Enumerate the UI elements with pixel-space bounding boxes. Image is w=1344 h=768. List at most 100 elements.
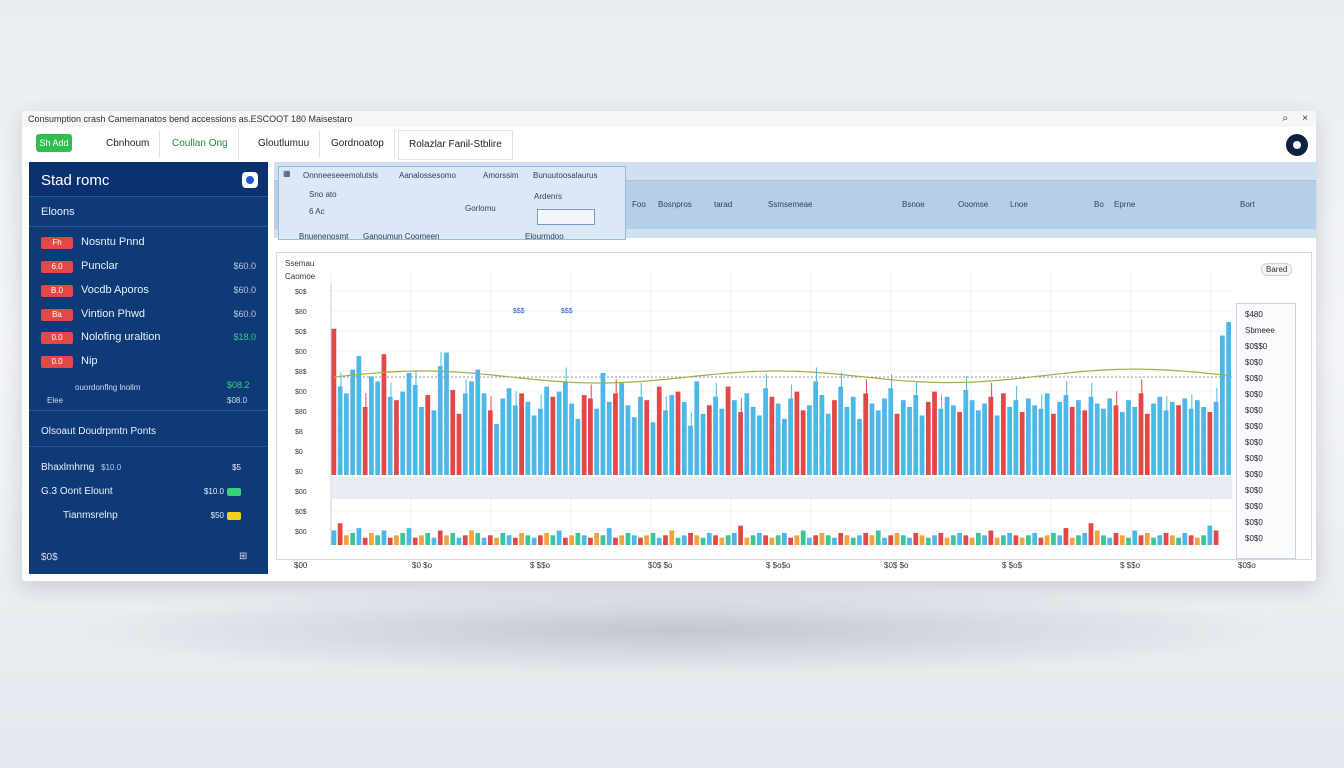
volume-bar: [863, 532, 869, 545]
column-header[interactable]: Eprne: [1114, 200, 1135, 209]
price-bar: [1176, 405, 1181, 475]
logo-icon[interactable]: [242, 172, 258, 188]
column-header[interactable]: Bsnoe: [902, 200, 925, 209]
volume-bar: [963, 535, 969, 545]
volume-bar: [431, 537, 437, 545]
volume-bar: [1176, 537, 1181, 545]
x-tick-label: $0 $o: [412, 561, 433, 570]
summary-row-1[interactable]: Bhaxlmhrng $10.0 $5: [41, 462, 251, 476]
divider: [29, 226, 268, 227]
volume-bar: [1019, 537, 1025, 545]
candlestick-chart[interactable]: $0$$80$0$$00$8$$00$80$8$0$0$00$0$$00$$$ $…: [277, 253, 1311, 559]
sparkline-button[interactable]: [537, 209, 595, 225]
window-shadow: [60, 585, 1290, 675]
volume-bar: [356, 528, 362, 545]
brand-button[interactable]: Sh Add: [36, 134, 72, 152]
price-bar: [969, 400, 975, 475]
tab-3[interactable]: Gloutlumuu: [248, 130, 321, 158]
volume-bar: [694, 535, 700, 545]
price-scale-value: $0$0: [1245, 374, 1263, 383]
volume-bar: [1213, 530, 1219, 545]
column-header[interactable]: Ooomse: [958, 200, 988, 209]
price-scale-value: $0$0: [1245, 470, 1263, 479]
price-bar: [1207, 412, 1213, 475]
price-bar: [888, 388, 894, 475]
price-bar: [350, 369, 356, 475]
price-bar: [462, 393, 468, 475]
volume-bar: [1038, 537, 1044, 545]
price-bar: [1094, 403, 1100, 475]
price-bar: [807, 405, 812, 475]
grid-icon[interactable]: ⊞: [239, 551, 247, 562]
volume-bar: [369, 532, 374, 545]
volume-bar: [563, 537, 568, 545]
volume-bar: [744, 537, 750, 545]
volume-bar: [950, 535, 956, 545]
volume-bar: [794, 535, 800, 545]
legend-tag[interactable]: $$$: [561, 308, 573, 315]
volume-bar: [462, 535, 468, 545]
price-bar: [713, 396, 718, 475]
divider: [29, 446, 268, 447]
price-bar: [656, 386, 662, 475]
volume-bar: [1113, 532, 1119, 545]
price-bar: [331, 328, 337, 475]
volume-bar: [1026, 535, 1031, 545]
summary-row-3[interactable]: Tianmsrelnp $50: [63, 510, 251, 524]
y-tick-label: $0$: [295, 329, 307, 336]
item-value: $60.0: [233, 285, 256, 295]
summary-row-2[interactable]: G.3 Oont Elount $10.0: [41, 486, 251, 500]
column-header[interactable]: Bort: [1240, 200, 1255, 209]
price-bar: [738, 412, 743, 475]
volume-bar: [756, 532, 762, 545]
price-bar: [512, 405, 518, 475]
sidebar-item-6[interactable]: 0.0 Nip: [41, 354, 256, 370]
column-header[interactable]: Foo: [632, 200, 646, 209]
sidebar-item-3[interactable]: B.0 Vocdb Aporos $60.0: [41, 283, 256, 299]
price-bar: [1163, 410, 1169, 475]
close-icon[interactable]: ×: [1302, 111, 1308, 127]
volume-bar: [944, 537, 950, 545]
volume-bar: [588, 537, 593, 545]
tab-5[interactable]: Rolazlar Fanil-Stblire: [398, 130, 513, 160]
price-bar: [1213, 401, 1219, 475]
volume-bar: [600, 535, 606, 545]
item-label: Nosntu Pnnd: [81, 236, 145, 248]
y-tick-label: $8$: [295, 369, 307, 376]
price-bar: [406, 372, 412, 475]
y-tick-label: $0: [295, 449, 303, 456]
price-bar: [1126, 400, 1131, 475]
sidebar-item-5[interactable]: 0.0 Nolofing uraltion $18.0: [41, 330, 256, 346]
footer-left: $0$: [41, 552, 58, 563]
section-title: Olsoaut Doudrpmtn Ponts: [41, 426, 157, 437]
price-bar: [832, 400, 837, 475]
avatar[interactable]: [1286, 134, 1308, 156]
tab-4[interactable]: Gordnoatop: [321, 130, 395, 158]
row-label: Bhaxlmhrng: [41, 462, 95, 473]
price-bar: [337, 386, 343, 475]
search-icon[interactable]: ⌕: [1282, 111, 1288, 127]
column-header[interactable]: Ssmsemeae: [768, 200, 812, 209]
column-header[interactable]: Bosnpros: [658, 200, 692, 209]
price-bar: [638, 396, 643, 475]
sidebar-item-4[interactable]: Ba Vintion Phwd $60.0: [41, 307, 256, 323]
legend-tag[interactable]: $$$: [513, 308, 525, 315]
sidebar-item-2[interactable]: 6.0 Punclar $60.0: [41, 259, 256, 275]
volume-bar: [857, 535, 862, 545]
item-label: Punclar: [81, 260, 119, 272]
price-bar: [869, 403, 875, 475]
column-header[interactable]: Lnoe: [1010, 200, 1028, 209]
tab-2[interactable]: Coullan Ong: [162, 130, 239, 158]
price-bar: [669, 395, 675, 475]
volume-bar: [819, 532, 825, 545]
sidebar-item-1[interactable]: Fh Nosntu Pnnd: [41, 235, 256, 251]
price-bar: [625, 405, 631, 475]
volume-bar: [375, 535, 381, 545]
column-header[interactable]: tarad: [714, 200, 732, 209]
volume-bar: [1101, 535, 1106, 545]
volume-bar: [1119, 535, 1125, 545]
price-bar: [663, 410, 668, 475]
tab-1[interactable]: Cbnhoum: [96, 130, 161, 158]
column-header[interactable]: Bo: [1094, 200, 1104, 209]
subtotal-label: ouordonflng lnoilm: [75, 383, 141, 392]
